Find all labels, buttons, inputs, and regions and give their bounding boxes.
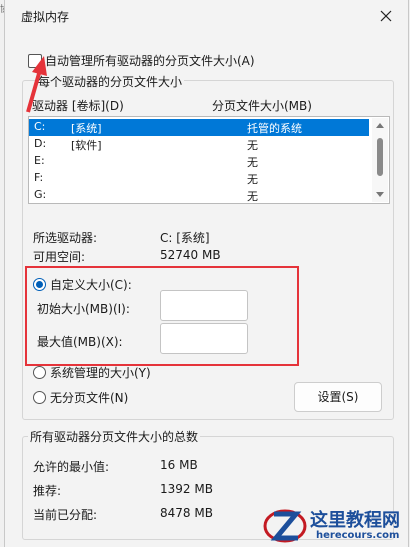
drive-page-size: 无 <box>247 139 258 152</box>
set-button[interactable]: 设置(S) <box>294 382 382 412</box>
watermark-cn: 这里教程网 <box>310 510 400 531</box>
auto-manage-label: 自动管理所有驱动器的分页文件大小(A) <box>45 54 255 68</box>
watermark-logo-icon <box>263 509 307 543</box>
drive-letter: F: <box>34 171 44 184</box>
scroll-up-icon[interactable] <box>375 121 385 129</box>
scroll-thumb[interactable] <box>377 138 383 176</box>
min-value: 16 MB <box>160 458 198 472</box>
current-value: 8478 MB <box>160 506 213 520</box>
size-column-header: 分页文件大小(MB) <box>212 99 312 113</box>
custom-size-label: 自定义大小(C): <box>50 278 132 292</box>
no-paging-label: 无分页文件(N) <box>50 391 129 405</box>
title-bar: 虚拟内存 <box>5 0 408 32</box>
free-space-value: 52740 MB <box>160 248 221 262</box>
watermark: 这里教程网 herecours.com <box>262 502 406 547</box>
drive-page-size: 托管的系统 <box>247 122 302 135</box>
window-title: 虚拟内存 <box>21 10 70 24</box>
custom-size-radio[interactable] <box>33 278 46 291</box>
selected-drive-label: 所选驱动器: <box>33 231 98 245</box>
selected-drive-value: C: [系统] <box>160 231 210 245</box>
watermark-url: herecours.com <box>316 530 400 541</box>
listbox-scrollbar[interactable] <box>372 118 388 202</box>
initial-size-input[interactable] <box>160 290 248 321</box>
drive-row[interactable]: G: 无 <box>29 187 369 204</box>
drive-page-size: 无 <box>247 156 258 169</box>
no-paging-radio[interactable] <box>33 391 46 404</box>
annotation-arrow-icon <box>26 56 47 113</box>
recommended-value: 1392 MB <box>160 482 213 496</box>
drives-listbox[interactable]: C: [系统] 托管的系统 D: [软件] 无 E: 无 F: 无 G: 无 <box>28 116 390 204</box>
drive-row[interactable]: E: 无 <box>29 153 369 170</box>
drive-letter: E: <box>34 154 45 167</box>
drive-row[interactable]: C: [系统] 托管的系统 <box>29 119 369 136</box>
scroll-down-icon[interactable] <box>375 191 385 199</box>
close-icon[interactable] <box>376 6 396 26</box>
system-managed-label: 系统管理的大小(Y) <box>50 366 151 380</box>
min-label: 允许的最小值: <box>33 460 110 474</box>
recommended-label: 推荐: <box>33 484 62 498</box>
drive-volume-label: [系统] <box>71 122 102 135</box>
drive-volume-label: [软件] <box>71 139 102 152</box>
drive-row[interactable]: F: 无 <box>29 170 369 187</box>
drive-row[interactable]: D: [软件] 无 <box>29 136 369 153</box>
current-label: 当前已分配: <box>33 508 98 522</box>
totals-group-label: 所有驱动器分页文件大小的总数 <box>28 428 201 445</box>
free-space-label: 可用空间: <box>33 250 86 264</box>
drive-letter: C: <box>34 120 46 133</box>
drive-letter: D: <box>34 137 47 150</box>
drives-group-label: 每个驱动器的分页文件大小 <box>36 73 185 90</box>
initial-size-label: 初始大小(MB)(I): <box>37 302 130 316</box>
max-size-input[interactable] <box>160 323 248 354</box>
max-size-label: 最大值(MB)(X): <box>37 335 123 349</box>
drive-letter: G: <box>34 188 47 201</box>
drive-page-size: 无 <box>247 190 258 203</box>
drive-page-size: 无 <box>247 173 258 186</box>
system-managed-radio[interactable] <box>33 366 46 379</box>
